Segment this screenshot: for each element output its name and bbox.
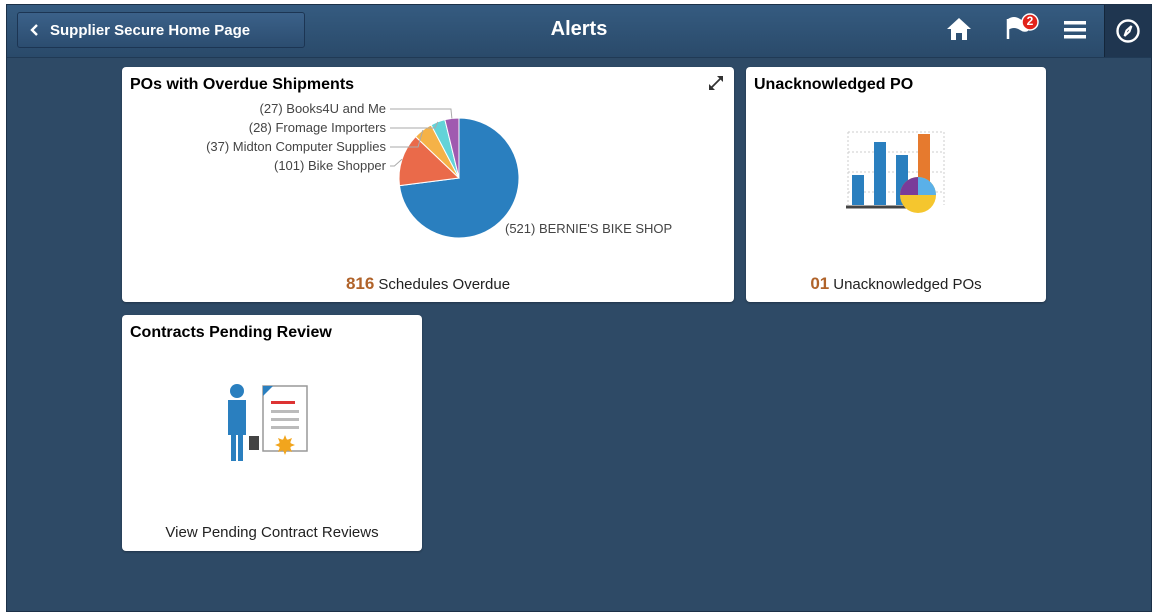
tile-unacknowledged-po[interactable]: Unacknowledged PO 01 Unacknowledged POs	[746, 67, 1046, 302]
view-pending-contract-reviews-link[interactable]: View Pending Contract Reviews	[122, 524, 422, 541]
tile-title: Unacknowledged PO	[754, 76, 914, 93]
menu-icon[interactable]	[1063, 19, 1087, 46]
schedules-overdue-count: 816	[345, 274, 375, 293]
chevron-left-icon	[30, 24, 40, 36]
contract-review-icon	[219, 381, 319, 471]
overdue-pie-chart: (521) BERNIE'S BIKE SHOP (101) Bike Shopp…	[206, 101, 672, 239]
tile-pos-overdue-shipments[interactable]: POs with Overdue Shipments (521) BERNIE'…	[122, 67, 734, 302]
pie-slice-label: (101) Bike Shopper	[274, 158, 387, 173]
notifications-button[interactable]: 2	[1004, 13, 1042, 48]
back-button[interactable]: Supplier Secure Home Page	[17, 12, 305, 48]
back-button-label: Supplier Secure Home Page	[50, 21, 251, 39]
tile-footer: 816 Schedules Overdue	[122, 274, 734, 294]
tile-contracts-pending-review[interactable]: Contracts Pending Review View Pending Co…	[122, 315, 422, 551]
notification-badge-count: 2	[1026, 14, 1034, 28]
pie-slice-label: (28) Fromage Importers	[249, 120, 387, 135]
navbar-button[interactable]	[1104, 5, 1151, 57]
unacknowledged-count: 01	[810, 274, 830, 293]
tile-footer: 01 Unacknowledged POs	[746, 274, 1046, 294]
pie-slice-label: (521) BERNIE'S BIKE SHOP	[505, 221, 672, 236]
compass-icon	[1116, 19, 1140, 43]
pie-leader-line	[390, 108, 453, 119]
app-frame: Supplier Secure Home Page Alerts 2 POs w…	[6, 4, 1152, 612]
flag-icon	[1006, 13, 1039, 39]
unacknowledged-label: Unacknowledged POs	[833, 276, 982, 293]
schedules-overdue-label: Schedules Overdue	[378, 276, 511, 293]
bar-pie-chart-icon	[846, 127, 946, 222]
tile-title: Contracts Pending Review	[130, 324, 332, 341]
top-banner: Supplier Secure Home Page Alerts 2	[7, 5, 1151, 58]
pie-slice-label: (27) Books4U and Me	[260, 101, 386, 116]
pie-slice-label: (37) Midton Computer Supplies	[206, 139, 386, 154]
home-icon[interactable]	[945, 15, 973, 48]
